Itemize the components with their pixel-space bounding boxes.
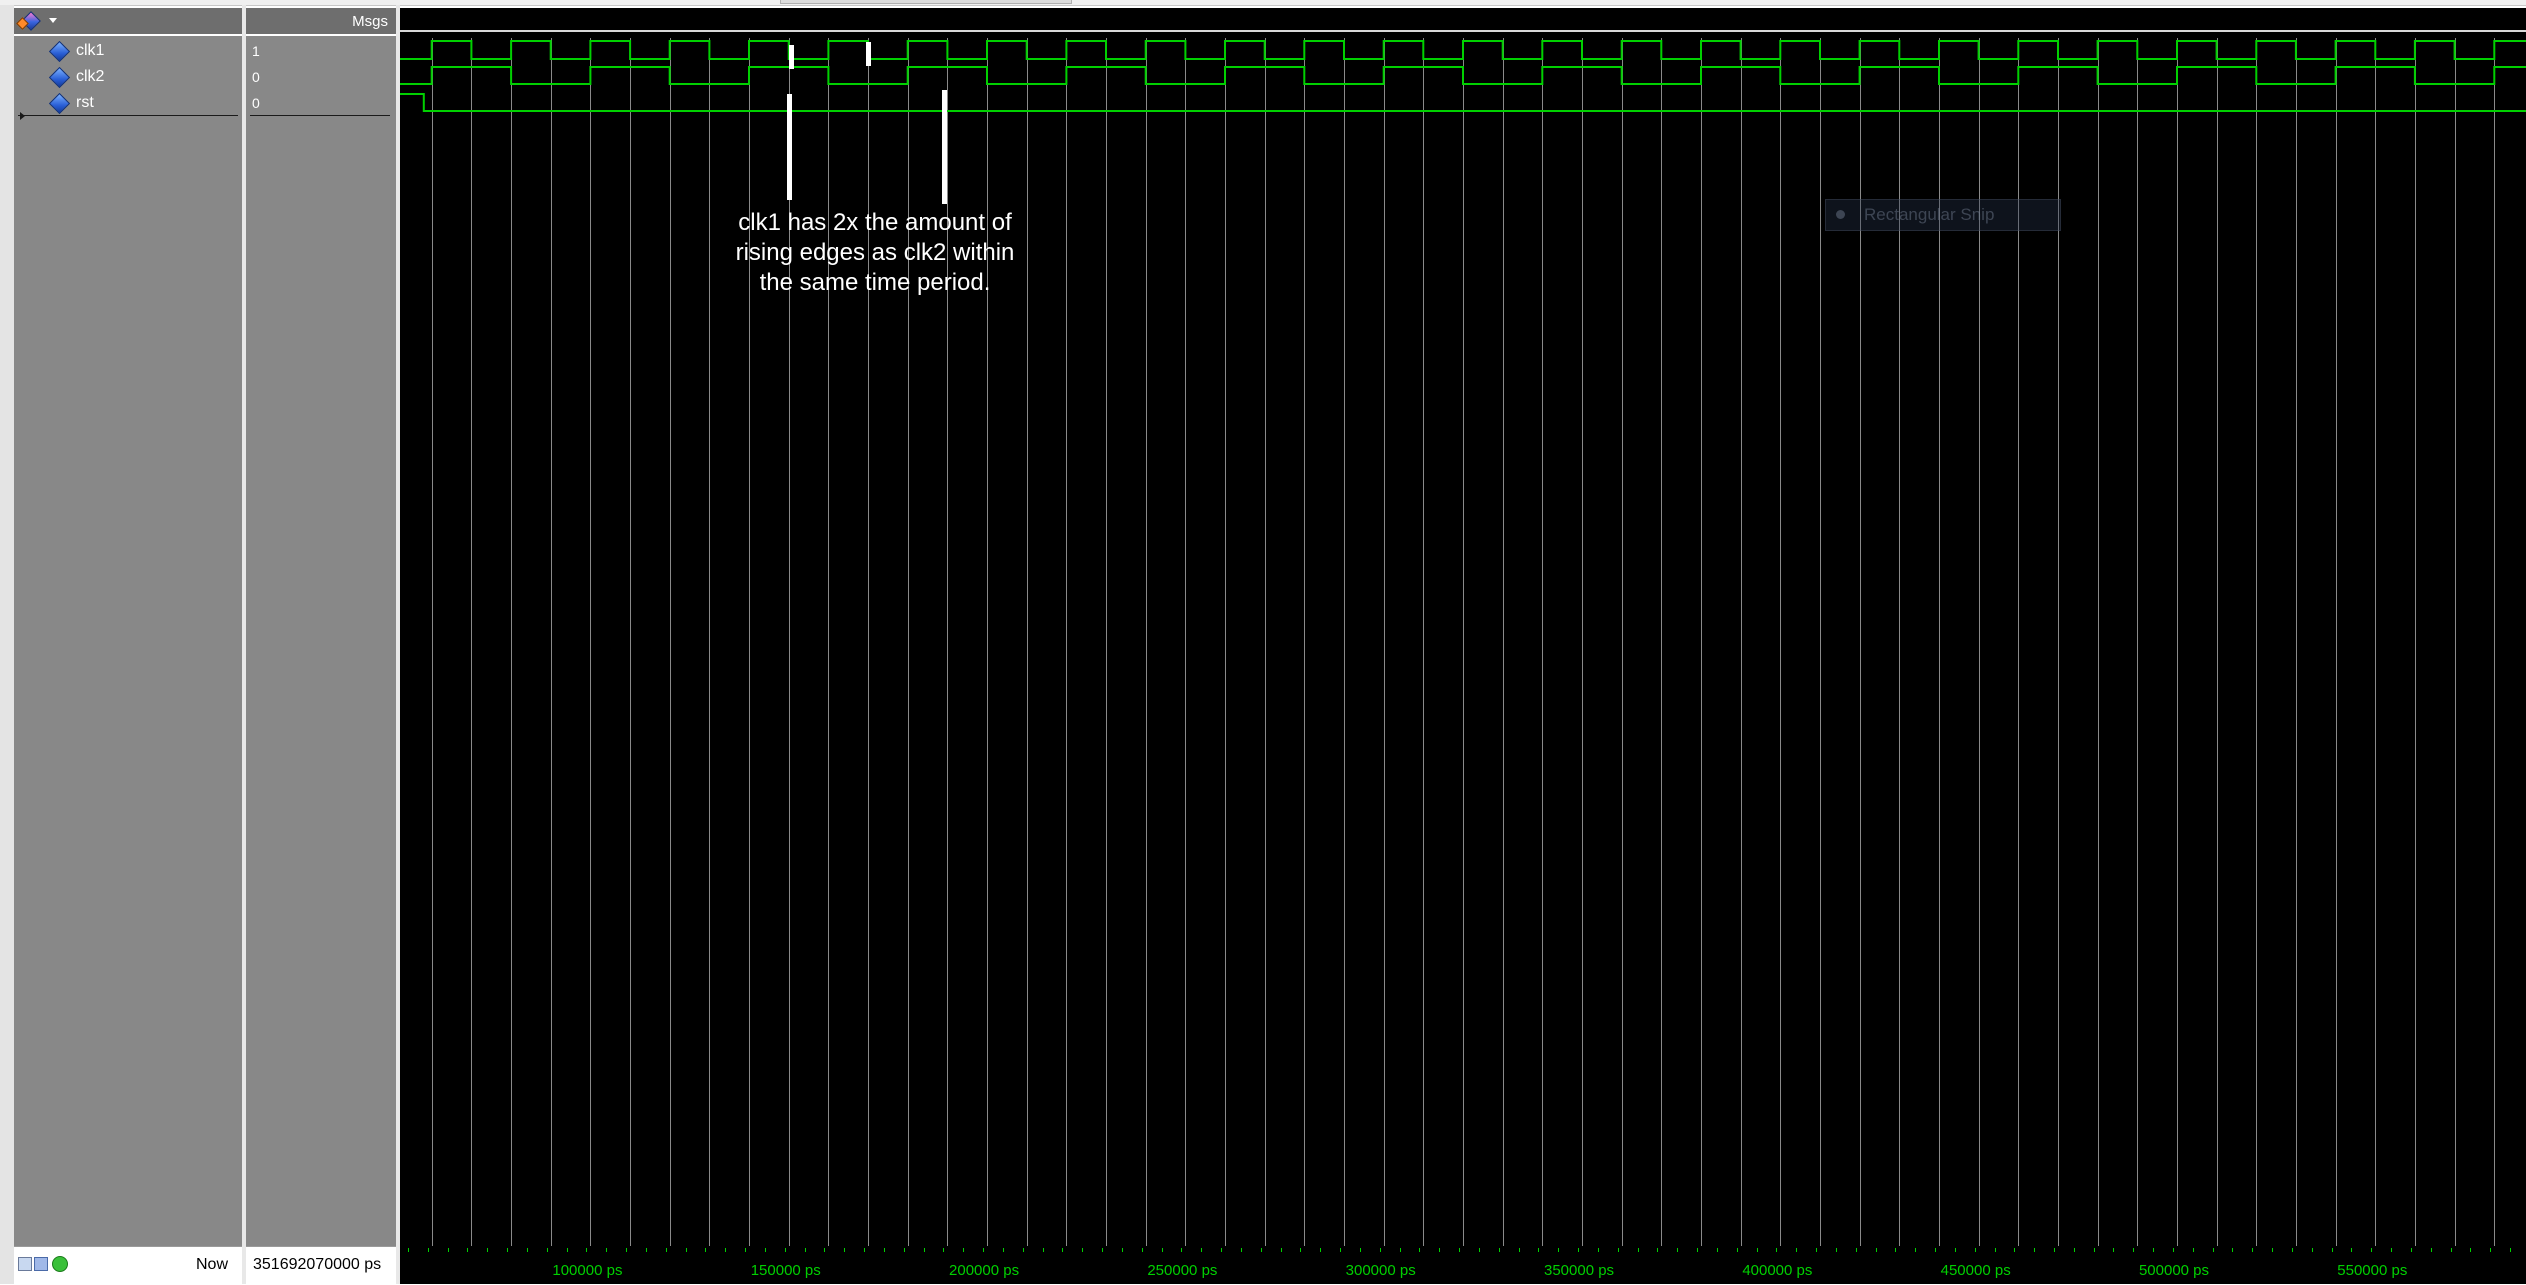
bottom-status-value: 351692070000 ps	[246, 1246, 396, 1285]
axis-tick-label: 250000 ps	[1147, 1262, 1218, 1279]
axis-tick-label: 300000 ps	[1345, 1262, 1416, 1279]
wave-select-icon[interactable]	[16, 11, 41, 31]
signal-row-rst[interactable]: rst	[14, 92, 242, 115]
annotation-marker-clk1-b	[866, 42, 871, 66]
signal-name-header	[14, 8, 242, 36]
axis-tick-label: 400000 ps	[1742, 1262, 1813, 1279]
axis-tick-label: 450000 ps	[1940, 1262, 2011, 1279]
time-axis-labels: 100000 ps 150000 ps 200000 ps 250000 ps 3000…	[400, 1246, 2526, 1284]
cursor-add-icon[interactable]	[18, 1257, 32, 1271]
chevron-down-icon[interactable]	[49, 18, 57, 23]
annotation-line-2: rising edges as clk2 within	[735, 239, 1015, 266]
insertion-marker-icon	[20, 112, 25, 120]
ghost-tooltip: Rectangular Snip	[1825, 199, 2061, 231]
annotation-text: clk1 has 2x the amount of rising edges a…	[710, 208, 1040, 298]
top-toolbar-strip	[0, 0, 2526, 6]
left-frame	[0, 5, 14, 1284]
signal-icon	[48, 40, 71, 63]
add-cursor-icon[interactable]	[52, 1256, 68, 1272]
signal-icon	[48, 66, 71, 89]
signal-value-rst: 0	[252, 95, 260, 111]
clk1-waveform	[400, 40, 2526, 60]
value-header: Msgs	[246, 8, 396, 36]
signal-row-clk2[interactable]: clk2	[14, 66, 242, 89]
snip-icon	[1836, 210, 1845, 219]
signal-icon	[48, 92, 71, 115]
insertion-line	[18, 115, 238, 116]
bottom-status-name: Now	[14, 1246, 242, 1285]
annotation-line-3: the same time period.	[759, 269, 991, 296]
time-axis[interactable]: 100000 ps 150000 ps 200000 ps 250000 ps 3000…	[400, 1246, 2526, 1284]
signal-name: clk1	[76, 42, 105, 59]
ghost-tooltip-text: Rectangular Snip	[1864, 205, 1995, 224]
axis-tick-label: 350000 ps	[1543, 1262, 1615, 1279]
axis-tick-label: 550000 ps	[2337, 1262, 2408, 1279]
signal-value-clk1: 1	[252, 43, 260, 59]
wave-header-line	[400, 30, 2526, 32]
msgs-header-label: Msgs	[352, 13, 388, 30]
annotation-marker-clk1-a	[789, 45, 794, 69]
axis-tick-label: 150000 ps	[750, 1262, 821, 1279]
annotation-line-1: clk1 has 2x the amount of	[738, 209, 1012, 236]
insertion-line	[250, 115, 390, 116]
signal-name-column: clk1 clk2 rst	[14, 36, 242, 1246]
signal-row-clk1[interactable]: clk1	[14, 40, 242, 63]
value-column: 1 0 0	[246, 36, 396, 1246]
annotation-marker-clk2-b	[942, 90, 947, 204]
now-label: Now	[195, 1256, 228, 1273]
clk2-waveform	[400, 66, 2526, 85]
top-tab[interactable]	[780, 0, 1072, 4]
waveform-canvas[interactable]	[400, 8, 2526, 1246]
signal-name: rst	[76, 94, 94, 111]
axis-tick-label: 200000 ps	[949, 1262, 1020, 1279]
signal-name: clk2	[76, 68, 105, 85]
wave-window[interactable]: clk1 has 2x the amount of rising edges a…	[400, 8, 2526, 1246]
signal-value-clk2: 0	[252, 69, 260, 85]
axis-tick-label: 100000 ps	[552, 1262, 623, 1279]
axis-tick-label: 500000 ps	[2138, 1262, 2210, 1279]
signal-list: clk1 clk2 rst	[14, 36, 242, 120]
now-time-value: 351692070000 ps	[253, 1256, 382, 1273]
annotation-marker-clk2-a	[787, 94, 792, 200]
cursor-edit-icon[interactable]	[34, 1257, 48, 1271]
